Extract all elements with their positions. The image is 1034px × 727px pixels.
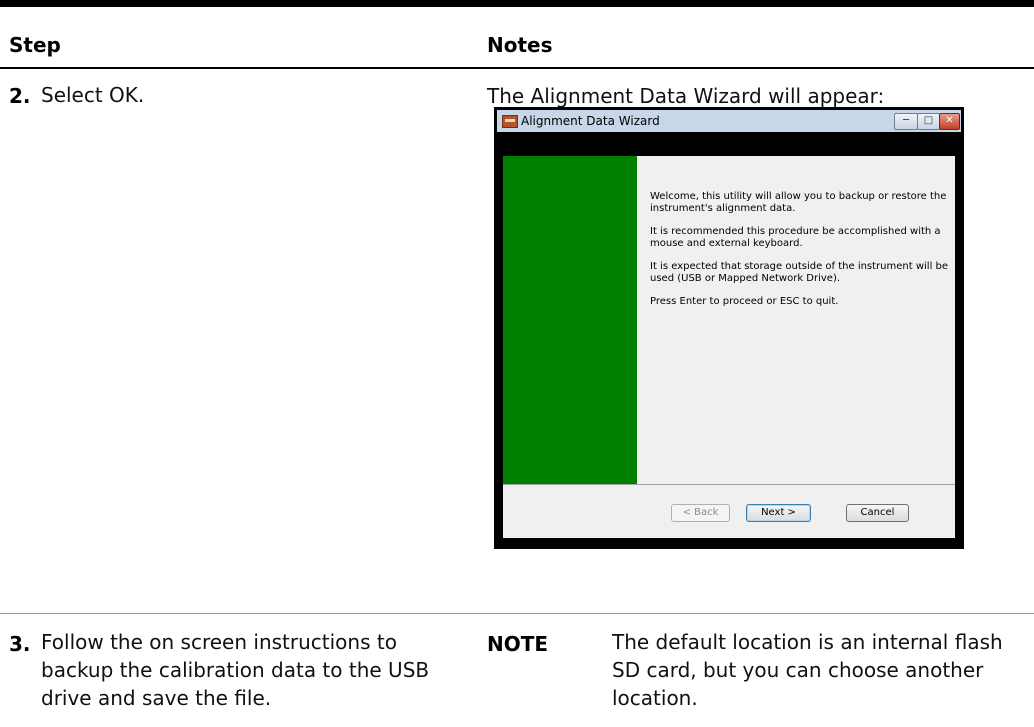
wizard-paragraph: It is recommended this procedure be acco… (650, 226, 941, 249)
maximize-icon[interactable]: □ (917, 113, 940, 130)
column-header-step: Step (9, 33, 61, 57)
wizard-title-bar: Alignment Data Wizard ─ □ ✕ (497, 110, 961, 132)
header-rule (0, 67, 1034, 69)
wizard-content: Welcome, this utility will allow you to … (637, 156, 955, 484)
wizard-title: Alignment Data Wizard (521, 114, 660, 128)
wizard-paragraph: Press Enter to proceed or ESC to quit. (650, 296, 839, 307)
note-label: NOTE (487, 632, 549, 656)
top-rule (0, 0, 1034, 7)
step-text: Select OK. (41, 83, 145, 107)
row-divider (0, 613, 1034, 614)
wizard-button-bar: < Back Next > Cancel (503, 484, 955, 538)
back-button[interactable]: < Back (671, 504, 730, 522)
step-number: 2. (9, 84, 31, 108)
wizard-paragraph: It is expected that storage outside of t… (650, 261, 949, 284)
app-icon (502, 115, 518, 128)
step-text: Follow the on screen instructions to bac… (41, 630, 430, 710)
column-header-notes: Notes (487, 33, 553, 57)
minimize-icon[interactable]: ─ (894, 113, 918, 130)
note-text: The default location is an internal flas… (612, 630, 1003, 710)
wizard-side-panel (503, 156, 637, 484)
close-icon[interactable]: ✕ (939, 113, 960, 130)
cancel-button[interactable]: Cancel (846, 504, 909, 522)
alignment-wizard-screenshot: Alignment Data Wizard ─ □ ✕ Welcome, thi… (494, 107, 964, 549)
step-number: 3. (9, 632, 31, 656)
wizard-paragraph: Welcome, this utility will allow you to … (650, 191, 947, 214)
next-button[interactable]: Next > (746, 504, 811, 522)
step-note: The Alignment Data Wizard will appear: (487, 84, 885, 108)
